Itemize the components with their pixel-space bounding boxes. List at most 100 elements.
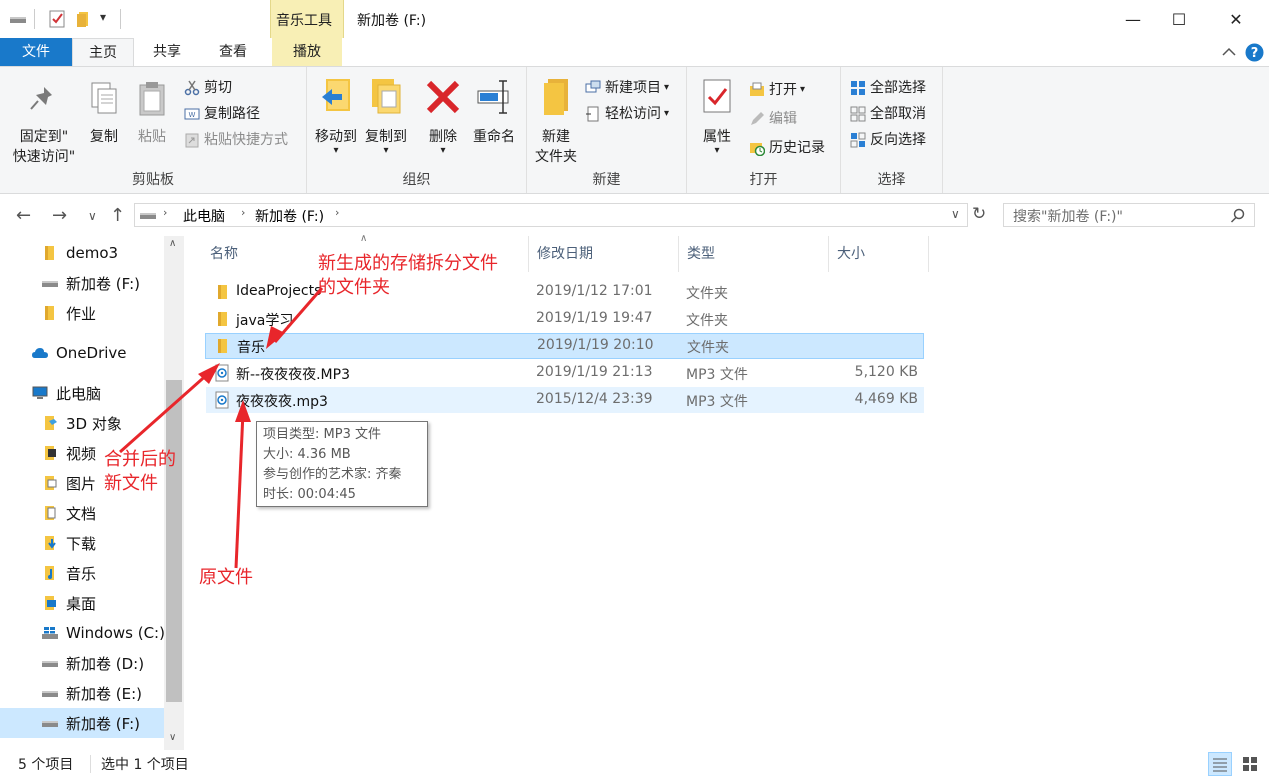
nav-item-label: 视频 xyxy=(66,444,97,463)
search-box[interactable]: 搜索"新加卷 (F:)" xyxy=(1003,203,1255,227)
address-bar-row: ← → ∨ ↑ › 此电脑 › 新加卷 (F:) › ∨ ↻ 搜索"新加卷 (F… xyxy=(0,199,1269,233)
list-item-selected[interactable]: 音乐 2019/1/19 20:10 文件夹 xyxy=(205,333,924,359)
up-arrow-icon[interactable]: ↑ xyxy=(110,205,125,226)
address-dropdown-chevron-icon[interactable]: ∨ xyxy=(951,207,960,221)
paste-shortcut-button[interactable]: 粘贴快捷方式 xyxy=(184,129,288,151)
move-to-button[interactable]: 移动到 ▾ xyxy=(311,77,361,156)
select-group-label: 选择 xyxy=(877,172,906,188)
copy-path-button[interactable]: W 复制路径 xyxy=(184,103,260,125)
rename-button[interactable]: 重命名 xyxy=(467,77,521,147)
file-size: 4,469 KB xyxy=(854,391,918,407)
new-item-button[interactable]: 新建项目 ▾ xyxy=(585,77,669,99)
help-icon[interactable]: ? xyxy=(1245,43,1264,62)
large-icons-view-icon[interactable] xyxy=(1238,752,1262,776)
tab-file[interactable]: 文件 xyxy=(0,38,72,66)
breadcrumb-separator-icon[interactable]: › xyxy=(335,206,339,219)
tooltip-size: 大小: 4.36 MB xyxy=(263,447,351,462)
paste-shortcut-label: 粘贴快捷方式 xyxy=(204,132,288,148)
tab-play[interactable]: 播放 xyxy=(272,38,342,66)
invert-selection-label: 反向选择 xyxy=(870,132,926,148)
music-tools-label: 音乐工具 xyxy=(276,13,332,29)
history-icon xyxy=(750,143,765,156)
delete-dropdown-icon: ▾ xyxy=(440,145,446,156)
nav-item-label: 新加卷 (D:) xyxy=(66,654,145,673)
address-box[interactable]: › 此电脑 › 新加卷 (F:) › ∨ xyxy=(134,203,968,227)
details-view-icon[interactable] xyxy=(1208,752,1232,776)
copy-to-button[interactable]: 复制到 ▾ xyxy=(361,77,411,156)
breadcrumb-separator-icon[interactable]: › xyxy=(163,206,167,219)
close-button[interactable]: ✕ xyxy=(1213,0,1259,38)
breadcrumb-separator-icon[interactable]: › xyxy=(241,206,245,219)
scrollbar-thumb[interactable] xyxy=(166,380,182,702)
easy-access-dropdown-icon: ▾ xyxy=(664,108,670,119)
new-folder-icon[interactable] xyxy=(74,10,92,28)
close-icon: ✕ xyxy=(1229,9,1243,29)
column-header-type[interactable]: 类型 xyxy=(679,236,829,272)
organize-group: 移动到 ▾ 复制到 ▾ 删除 ▾ 重命名 组织 xyxy=(307,67,527,193)
breadcrumb-this-pc[interactable]: 此电脑 xyxy=(183,206,225,226)
copy-button[interactable]: 复制 xyxy=(82,81,126,147)
select-none-button[interactable]: 全部取消 xyxy=(850,103,926,125)
annotation-line: 新文件 xyxy=(104,473,158,494)
minimize-button[interactable]: — xyxy=(1110,0,1156,38)
select-all-button[interactable]: 全部选择 xyxy=(850,77,926,99)
open-button[interactable]: 打开 ▾ xyxy=(749,79,805,101)
collapse-ribbon-icon[interactable] xyxy=(1222,46,1236,58)
file-name: 夜夜夜夜.mp3 xyxy=(236,394,328,410)
new-folder-label-2: 文件夹 xyxy=(535,149,577,165)
tab-view[interactable]: 查看 xyxy=(202,38,264,66)
recent-locations-chevron-icon[interactable]: ∨ xyxy=(88,209,97,223)
search-icon[interactable] xyxy=(1230,208,1245,223)
maximize-icon: ☐ xyxy=(1171,9,1187,29)
video-folder-icon xyxy=(45,446,56,460)
paste-label: 粘贴 xyxy=(138,129,166,145)
easy-access-button[interactable]: 轻松访问 ▾ xyxy=(585,103,669,125)
delete-button[interactable]: 删除 ▾ xyxy=(421,77,465,156)
list-item[interactable]: java学习 2019/1/19 19:47 文件夹 xyxy=(206,306,924,332)
scroll-down-arrow-icon[interactable]: ∨ xyxy=(169,732,176,743)
paste-button[interactable]: 粘贴 xyxy=(130,81,174,147)
qat-dropdown[interactable]: ▾ xyxy=(100,10,106,24)
refresh-icon[interactable]: ↻ xyxy=(972,204,986,224)
invert-selection-button[interactable]: 反向选择 xyxy=(850,129,926,151)
open-group-label: 打开 xyxy=(749,172,778,188)
pin-icon xyxy=(30,87,52,110)
organize-group-label: 组织 xyxy=(402,172,431,188)
new-folder-button[interactable]: 新建 文件夹 xyxy=(531,77,581,167)
edit-button[interactable]: 编辑 xyxy=(749,108,797,130)
breadcrumb-drive-f[interactable]: 新加卷 (F:) xyxy=(255,206,324,226)
paste-shortcut-icon xyxy=(185,133,199,148)
cut-button[interactable]: 剪切 xyxy=(184,77,232,99)
history-button[interactable]: 历史记录 xyxy=(749,137,825,159)
pin-to-quick-access-button[interactable]: 固定到" 快速访问" xyxy=(6,81,82,167)
selection-count: 选中 1 个项目 xyxy=(101,757,189,773)
file-name: java学习 xyxy=(236,313,294,329)
forward-arrow-icon[interactable]: → xyxy=(52,205,67,226)
folder-icon xyxy=(218,312,227,326)
scroll-up-arrow-icon[interactable]: ∧ xyxy=(169,238,176,249)
drive-icon xyxy=(42,721,58,727)
list-item[interactable]: 新--夜夜夜夜.MP3 2019/1/19 21:13 MP3 文件 5,120… xyxy=(206,360,924,386)
drive-icon[interactable] xyxy=(8,10,28,28)
nav-item-label: 作业 xyxy=(66,304,97,323)
search-input-placeholder[interactable]: 搜索"新加卷 (F:)" xyxy=(1013,206,1123,226)
maximize-button[interactable]: ☐ xyxy=(1156,0,1202,38)
column-header-date[interactable]: 修改日期 xyxy=(529,236,679,272)
select-group: 全部选择 全部取消 反向选择 选择 xyxy=(841,67,943,193)
new-folder-icon xyxy=(544,79,568,115)
properties-button[interactable]: 属性 ▾ xyxy=(697,77,737,156)
file-type: 文件夹 xyxy=(687,340,729,356)
annotation-line: 新生成的存储拆分文件 xyxy=(318,253,498,274)
properties-dropdown-icon: ▾ xyxy=(714,145,720,156)
title-bar: 音乐工具 ▾ 新加卷 (F:) — ☐ ✕ xyxy=(0,0,1269,66)
list-item-hovered[interactable]: 夜夜夜夜.mp3 2015/12/4 23:39 MP3 文件 4,469 KB xyxy=(206,387,924,413)
list-item[interactable]: IdeaProjects 2019/1/12 17:01 文件夹 xyxy=(206,279,924,305)
tab-share[interactable]: 共享 xyxy=(136,38,198,66)
tooltip-length: 时长: 00:04:45 xyxy=(263,487,356,502)
delete-x-icon xyxy=(426,80,460,114)
back-arrow-icon[interactable]: ← xyxy=(16,205,31,226)
column-header-size[interactable]: 大小 xyxy=(829,236,929,272)
scissors-icon xyxy=(184,80,200,96)
properties-icon[interactable] xyxy=(48,9,66,29)
tab-home[interactable]: 主页 xyxy=(72,38,134,66)
